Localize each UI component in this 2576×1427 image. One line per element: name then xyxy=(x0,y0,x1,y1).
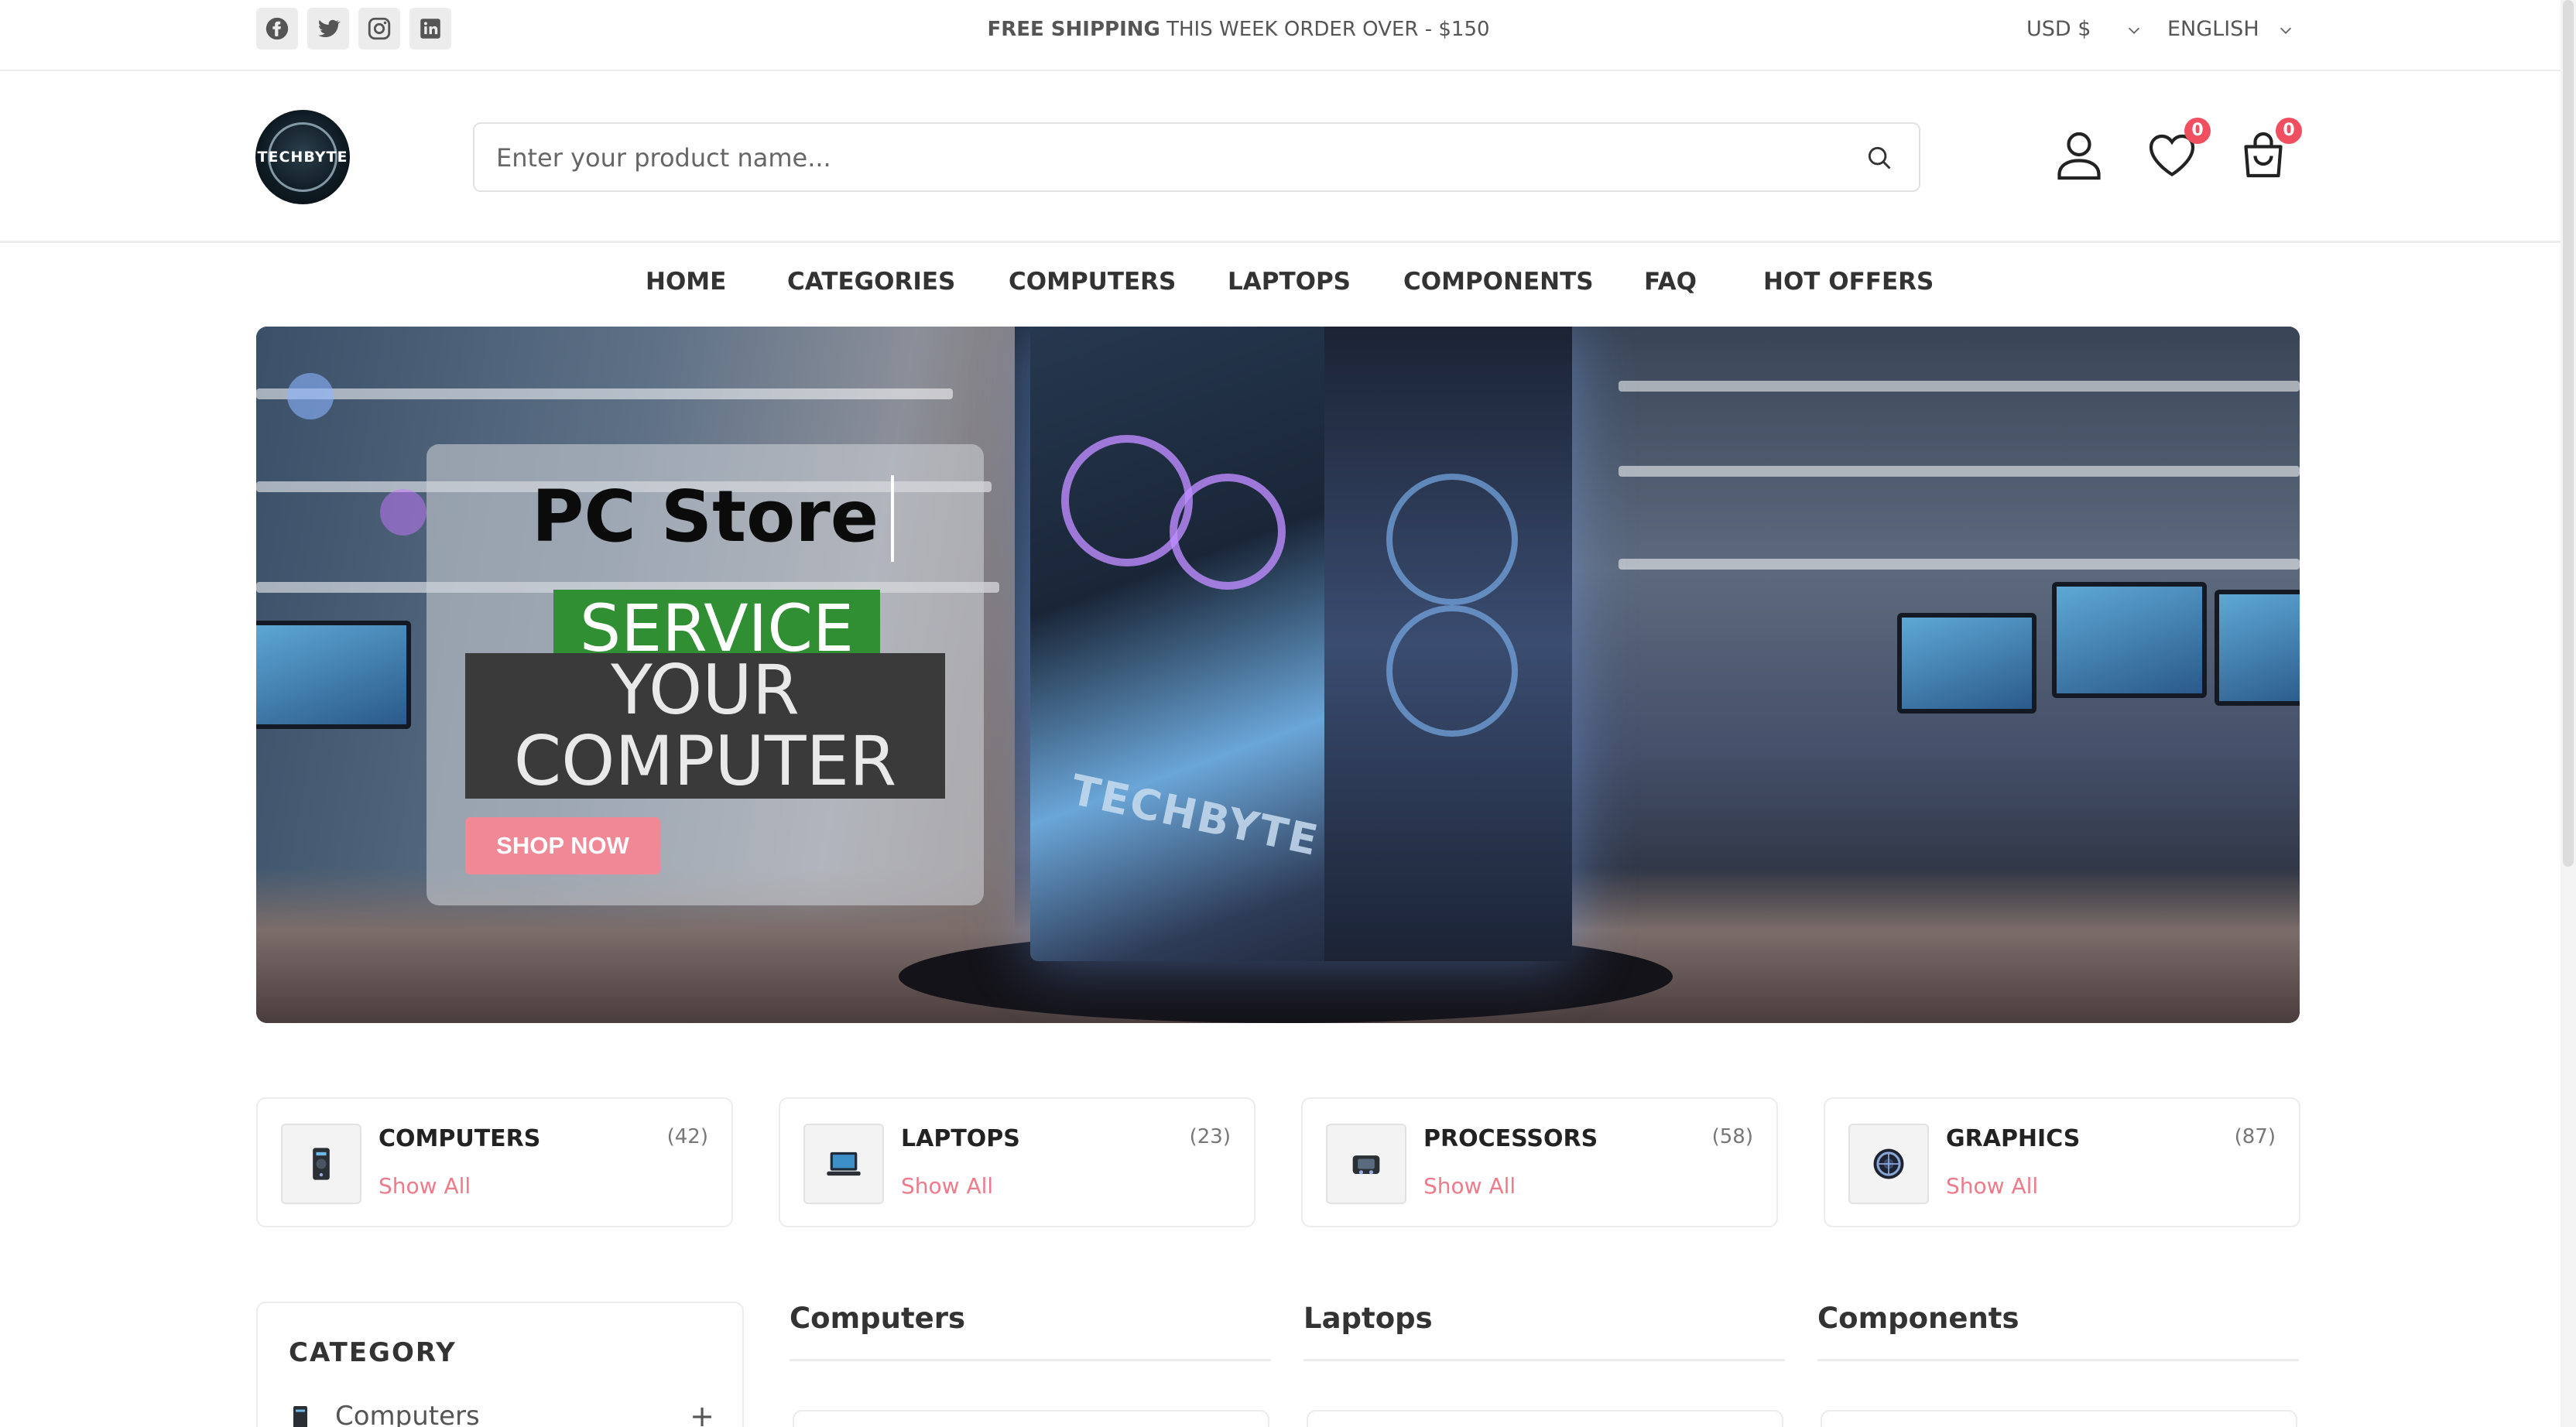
column-heading-computers: Computers xyxy=(790,1302,966,1335)
desktop-tower-icon xyxy=(313,1148,330,1180)
category-thumb xyxy=(281,1124,361,1204)
hero-light xyxy=(287,373,334,419)
nav-categories[interactable]: CATEGORIES xyxy=(787,268,955,296)
column-divider xyxy=(1303,1359,1785,1361)
column-divider xyxy=(1817,1359,2299,1361)
typing-cursor xyxy=(891,475,894,562)
logo-text: TECHBYTE xyxy=(257,149,348,166)
hero-light xyxy=(380,489,426,536)
search-icon xyxy=(1868,146,1891,169)
search-bar xyxy=(473,122,1920,192)
category-name: GRAPHICS xyxy=(1946,1125,2081,1152)
column-heading-laptops: Laptops xyxy=(1303,1302,1433,1335)
category-card-processors[interactable]: PROCESSORS (58) Show All xyxy=(1301,1097,1778,1227)
account-button[interactable] xyxy=(2051,127,2107,183)
hero-shelf xyxy=(256,388,953,399)
category-thumb xyxy=(1848,1124,1929,1204)
shop-now-button[interactable]: SHOP NOW xyxy=(465,817,660,874)
hero-monitor xyxy=(256,621,411,729)
language-select[interactable]: ENGLISH xyxy=(2167,0,2259,59)
nav-hot-offers[interactable]: HOT OFFERS xyxy=(1763,268,1934,296)
hero-banner: TECHBYTE PC Store SERVICE YOUR COMPUTER … xyxy=(256,327,2300,1023)
hero-shelf xyxy=(1619,466,2300,477)
nav-components[interactable]: COMPONENTS xyxy=(1403,268,1594,296)
hero-fan xyxy=(1386,474,1518,605)
category-thumb xyxy=(1326,1124,1406,1204)
cart-button[interactable]: 0 xyxy=(2235,118,2302,183)
category-card-graphics[interactable]: GRAPHICS (87) Show All xyxy=(1824,1097,2300,1227)
category-count: (42) xyxy=(666,1125,708,1148)
show-all-link[interactable]: Show All xyxy=(1423,1173,1516,1199)
category-count: (23) xyxy=(1189,1125,1231,1148)
column-heading-components: Components xyxy=(1817,1302,2019,1335)
cart-count-badge: 0 xyxy=(2276,118,2302,144)
search-input[interactable] xyxy=(496,135,1812,181)
search-button[interactable] xyxy=(1865,143,1894,173)
hero-shelf xyxy=(1619,381,2300,392)
category-name: LAPTOPS xyxy=(901,1125,1020,1152)
promo-highlight: FREE SHIPPING xyxy=(987,18,1160,41)
chevron-down-icon xyxy=(2280,27,2292,34)
site-header: TECHBYTE 0 0 xyxy=(0,73,2576,243)
promo-text: THIS WEEK ORDER OVER - $150 xyxy=(1160,18,1490,41)
category-thumb xyxy=(803,1124,884,1204)
user-icon xyxy=(2057,132,2101,180)
hero-service-label: SERVICE xyxy=(553,590,880,659)
hero-text-card: PC Store SERVICE YOUR COMPUTER SHOP NOW xyxy=(426,444,984,905)
wishlist-count-badge: 0 xyxy=(2184,118,2211,144)
sidebar-item-computers[interactable]: Computers + xyxy=(289,1399,722,1427)
product-card[interactable] xyxy=(1307,1410,1783,1427)
category-count: (58) xyxy=(1711,1125,1753,1148)
site-logo[interactable]: TECHBYTE xyxy=(255,110,350,204)
wishlist-button[interactable]: 0 xyxy=(2144,118,2211,183)
hero-fan xyxy=(1170,474,1286,590)
language-chevron[interactable] xyxy=(2277,22,2294,42)
desktop-tower-icon xyxy=(293,1406,307,1427)
product-card[interactable] xyxy=(793,1410,1269,1427)
top-bar: FREE SHIPPING THIS WEEK ORDER OVER - $15… xyxy=(0,0,2576,71)
currency-select[interactable]: USD $ xyxy=(2026,0,2091,59)
expand-toggle[interactable]: + xyxy=(690,1399,714,1427)
hero-monitor xyxy=(2052,582,2207,698)
category-name: PROCESSORS xyxy=(1423,1125,1598,1152)
hero-shelf xyxy=(1619,559,2300,570)
nav-computers[interactable]: COMPUTERS xyxy=(1009,268,1176,296)
column-divider xyxy=(790,1359,1271,1361)
category-name: COMPUTERS xyxy=(379,1125,541,1152)
nav-laptops[interactable]: LAPTOPS xyxy=(1228,268,1351,296)
hero-monitor xyxy=(2215,590,2300,706)
show-all-link[interactable]: Show All xyxy=(379,1173,471,1199)
category-count: (87) xyxy=(2234,1125,2276,1148)
hero-tagline: YOUR COMPUTER xyxy=(465,653,945,799)
nav-faq[interactable]: FAQ xyxy=(1644,268,1697,296)
hero-title: PC Store xyxy=(531,475,879,558)
laptop-icon xyxy=(827,1152,861,1176)
main-nav: HOME CATEGORIES COMPUTERS LAPTOPS COMPON… xyxy=(0,246,2576,323)
graphics-card-icon xyxy=(1873,1148,1904,1179)
currency-chevron[interactable] xyxy=(2126,22,2143,42)
sidebar-heading: CATEGORY xyxy=(289,1337,457,1368)
hero-tagline-line2: COMPUTER xyxy=(513,721,897,801)
show-all-link[interactable]: Show All xyxy=(1946,1173,2038,1199)
hero-tagline-line1: YOUR xyxy=(611,650,800,730)
chevron-down-icon xyxy=(2128,27,2140,34)
processor-icon xyxy=(1352,1155,1380,1175)
sidebar-item-label: Computers xyxy=(335,1401,480,1427)
hero-monitor xyxy=(1897,613,2036,714)
hero-fan xyxy=(1386,605,1518,737)
category-cards: COMPUTERS (42) Show All LAPTOPS (23) Sho… xyxy=(256,1097,2300,1227)
category-card-computers[interactable]: COMPUTERS (42) Show All xyxy=(256,1097,733,1227)
category-sidebar: CATEGORY Computers + xyxy=(256,1302,744,1427)
product-card[interactable] xyxy=(1821,1410,2297,1427)
page-scrollbar-thumb[interactable] xyxy=(2563,0,2574,867)
category-card-laptops[interactable]: LAPTOPS (23) Show All xyxy=(779,1097,1255,1227)
shipping-promo: FREE SHIPPING THIS WEEK ORDER OVER - $15… xyxy=(0,0,2477,59)
show-all-link[interactable]: Show All xyxy=(901,1173,993,1199)
nav-home[interactable]: HOME xyxy=(646,268,726,296)
